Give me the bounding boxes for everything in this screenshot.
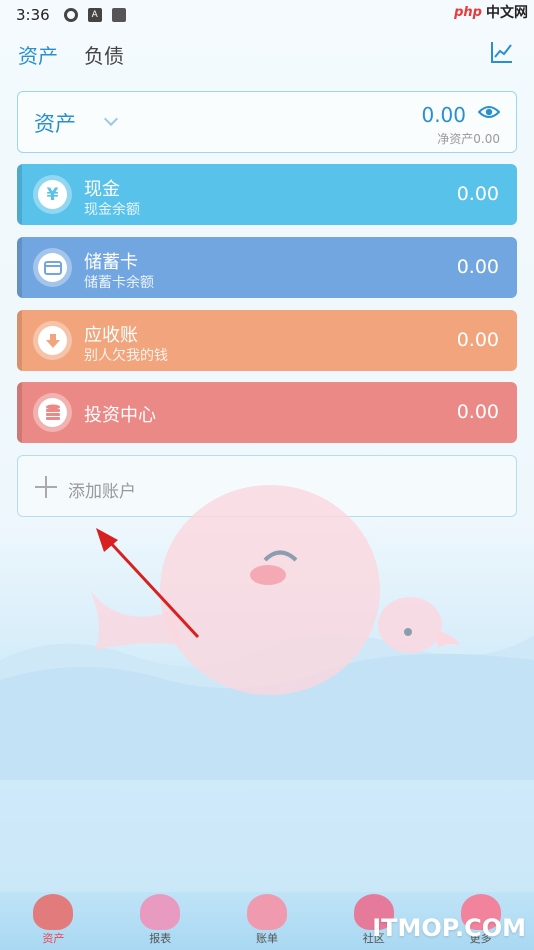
top-nav: 资产 负债 [18, 38, 516, 70]
account-subtitle: 储蓄卡余额 [84, 275, 154, 291]
net-assets: 净资产0.00 [437, 132, 500, 146]
account-value: 0.00 [456, 256, 499, 278]
tab-bottom-bills[interactable]: 账单 [232, 892, 302, 946]
sync-icon [63, 8, 78, 22]
account-name: 应收账 [84, 325, 138, 346]
summary-amount: 0.00 [421, 103, 466, 127]
plus-icon [35, 476, 57, 498]
brand-cn: 中文网 [486, 5, 528, 21]
summary-title: 资产 [34, 112, 76, 136]
account-subtitle: 别人欠我的钱 [84, 348, 168, 364]
account-cash[interactable]: ¥ 现金 现金余额 0.00 [17, 164, 517, 225]
fish-icon [246, 894, 287, 930]
receivable-icon [33, 321, 72, 360]
coin-stack-icon [33, 393, 72, 432]
app-badge-icon: A [87, 8, 102, 22]
asset-summary[interactable]: 资产 0.00 净资产0.00 [17, 91, 517, 153]
brand-logo: php 中文网 [454, 2, 528, 22]
add-account-label: 添加账户 [68, 482, 136, 502]
tab-liabilities[interactable]: 负债 [84, 40, 124, 69]
notification-icon [111, 8, 126, 22]
tab-bottom-assets[interactable]: 资产 [18, 892, 88, 946]
account-name: 投资中心 [84, 405, 156, 426]
yen-icon: ¥ [33, 175, 72, 214]
chevron-down-icon[interactable] [103, 111, 119, 127]
add-account-button[interactable]: 添加账户 [17, 455, 517, 517]
account-name: 现金 [84, 179, 120, 200]
brand-php: php [454, 4, 482, 20]
coral-icon [140, 894, 181, 930]
tab-assets[interactable]: 资产 [18, 40, 58, 69]
status-bar: 3:36 A php 中文网 [0, 0, 534, 30]
account-value: 0.00 [456, 401, 499, 423]
card-icon [33, 248, 72, 287]
eye-icon[interactable] [478, 104, 500, 120]
status-time: 3:36 [16, 6, 50, 24]
shell-icon [33, 894, 74, 930]
account-subtitle: 现金余额 [84, 202, 140, 218]
account-investment[interactable]: 投资中心 0.00 [17, 382, 517, 443]
account-debit-card[interactable]: 储蓄卡 储蓄卡余额 0.00 [17, 237, 517, 298]
account-value: 0.00 [456, 183, 499, 205]
tab-bottom-reports[interactable]: 报表 [125, 892, 195, 946]
trend-chart-icon[interactable] [490, 40, 514, 64]
watermark: ITMOP.COM [372, 914, 526, 942]
account-value: 0.00 [456, 329, 499, 351]
account-receivable[interactable]: 应收账 别人欠我的钱 0.00 [17, 310, 517, 371]
account-name: 储蓄卡 [84, 252, 138, 273]
